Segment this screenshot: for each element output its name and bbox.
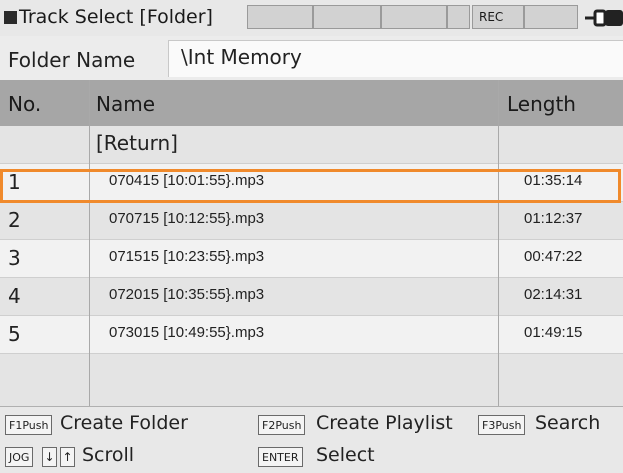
- header-no: No.: [8, 92, 42, 116]
- track-length: 01:12:37: [524, 210, 583, 227]
- track-row-5[interactable]: 5 073015 [10:49:55}.mp3 01:49:15: [0, 316, 623, 354]
- f1-key: F1Push: [5, 415, 53, 435]
- folder-row: Folder Name \Int Memory: [0, 36, 623, 80]
- f3-key: F3Push: [478, 415, 526, 435]
- track-length: 00:47:22: [524, 248, 583, 265]
- track-row-1[interactable]: 1 070415 [10:01:55}.mp3 01:35:14: [0, 164, 623, 202]
- create-playlist-hint: Create Playlist: [316, 412, 453, 434]
- return-label: [Return]: [96, 131, 178, 155]
- track-row-4[interactable]: 4 072015 [10:35:55}.mp3 02:14:31: [0, 278, 623, 316]
- return-row[interactable]: [Return]: [0, 126, 623, 164]
- screen-mode-icon: [4, 11, 17, 24]
- select-hint: Select: [316, 444, 375, 466]
- track-name: 072015 [10:35:55}.mp3: [109, 286, 265, 303]
- battery-icon: [585, 8, 623, 32]
- track-no: 2: [8, 208, 21, 232]
- f2-key: F2Push: [258, 415, 306, 435]
- track-table: No. Name Length [Return] 1 070415 [10:01…: [0, 80, 623, 406]
- scroll-hint: Scroll: [82, 444, 135, 466]
- track-no: 1: [8, 170, 21, 194]
- rec-indicator: REC: [472, 5, 524, 29]
- header-name: Name: [96, 92, 156, 116]
- column-divider: [89, 80, 90, 406]
- status-indicator-5: [524, 5, 578, 29]
- table-header: No. Name Length: [0, 80, 623, 126]
- status-indicator-4: [447, 5, 470, 29]
- folder-name-label: Folder Name: [8, 48, 136, 72]
- track-length: 02:14:31: [524, 286, 583, 303]
- track-no: 3: [8, 246, 21, 270]
- jog-key: JOG: [5, 447, 34, 467]
- track-row-2[interactable]: 2 070715 [10:12:55}.mp3 01:12:37: [0, 202, 623, 240]
- column-divider: [498, 80, 499, 406]
- header-length: Length: [507, 92, 576, 116]
- help-bar: F1Push Create Folder F2Push Create Playl…: [0, 406, 623, 473]
- empty-row: [0, 354, 623, 406]
- track-length: 01:49:15: [524, 324, 583, 341]
- up-arrow-icon: ↑: [60, 447, 75, 467]
- track-no: 5: [8, 322, 21, 346]
- status-indicator-3: [381, 5, 447, 29]
- search-hint: Search: [535, 412, 601, 434]
- track-no: 4: [8, 284, 21, 308]
- folder-name-field: \Int Memory: [168, 40, 623, 77]
- title-bar: Track Select [Folder] REC: [0, 0, 623, 37]
- track-row-3[interactable]: 3 071515 [10:23:55}.mp3 00:47:22: [0, 240, 623, 278]
- create-folder-hint: Create Folder: [60, 412, 188, 434]
- track-name: 070415 [10:01:55}.mp3: [109, 172, 265, 189]
- track-name: 073015 [10:49:55}.mp3: [109, 324, 265, 341]
- track-name: 070715 [10:12:55}.mp3: [109, 210, 265, 227]
- folder-name-value: \Int Memory: [181, 45, 302, 69]
- track-length: 01:35:14: [524, 172, 583, 189]
- down-arrow-icon: ↓: [42, 447, 57, 467]
- status-indicator-1: [247, 5, 313, 29]
- screen-title: Track Select [Folder]: [19, 6, 213, 28]
- track-name: 071515 [10:23:55}.mp3: [109, 248, 265, 265]
- enter-key: ENTER: [258, 447, 303, 467]
- status-indicator-2: [313, 5, 381, 29]
